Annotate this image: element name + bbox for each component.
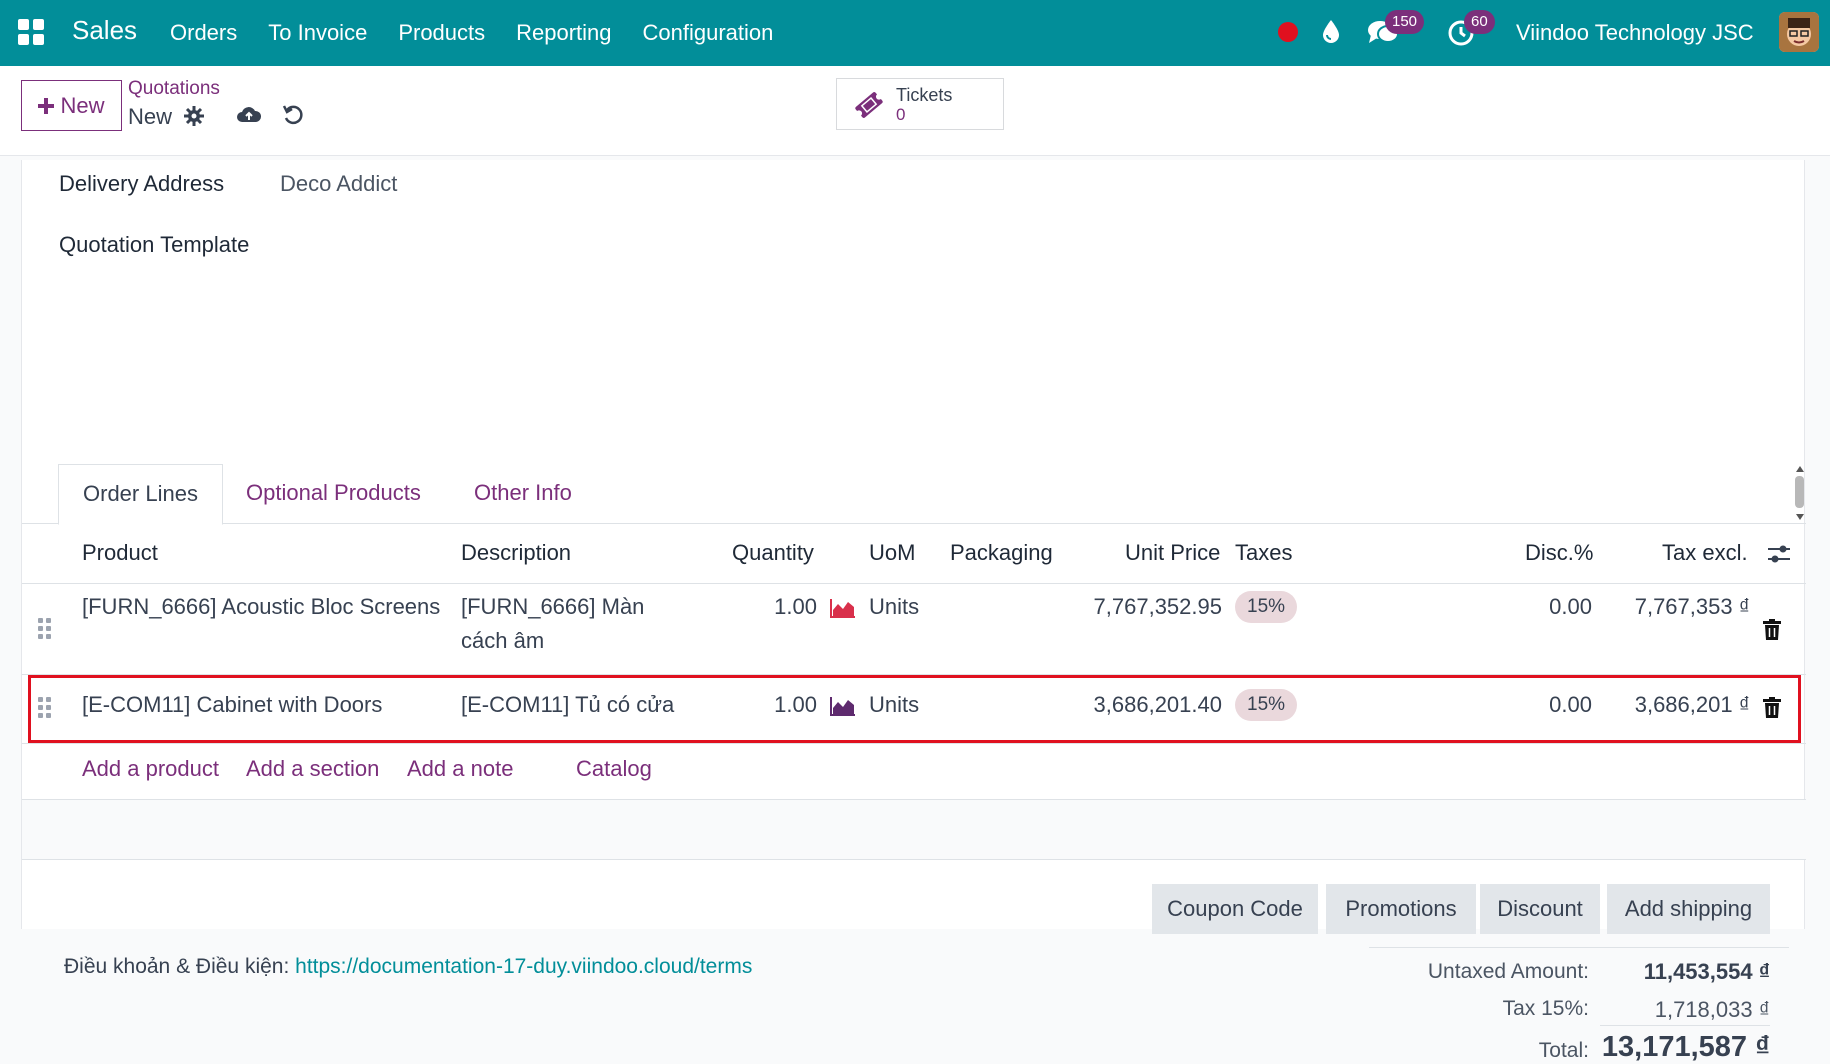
quantity-cell[interactable]: 1.00 [722, 590, 817, 624]
tax-value: 1,718,033 ₫ [1654, 997, 1770, 1022]
control-panel: New Quotations New Tickets 0 [0, 66, 1830, 156]
messages-count-badge: 150 [1385, 10, 1425, 34]
column-header-uom[interactable]: UoM [869, 540, 915, 566]
delivery-address-field[interactable]: Deco Addict [280, 171, 397, 197]
recording-status-icon[interactable] [1278, 22, 1298, 42]
tax-badge[interactable]: 15% [1235, 591, 1298, 623]
activities-count-badge: 60 [1464, 10, 1495, 34]
add-section-link[interactable]: Add a section [246, 756, 379, 782]
add-note-link[interactable]: Add a note [407, 756, 513, 782]
main-menu: Orders To Invoice Products Reporting Con… [170, 20, 773, 46]
untaxed-amount-label: Untaxed Amount: [1427, 960, 1589, 983]
add-product-link[interactable]: Add a product [82, 756, 219, 782]
menu-item-orders[interactable]: Orders [170, 20, 237, 46]
highlight-box [28, 675, 1801, 743]
ticket-icon [855, 92, 883, 118]
plus-icon [38, 97, 55, 114]
breadcrumb-quotations[interactable]: Quotations [128, 78, 220, 100]
quotation-template-field[interactable] [280, 228, 780, 264]
coupon-code-button[interactable]: Coupon Code [1152, 884, 1318, 934]
menu-item-reporting[interactable]: Reporting [516, 20, 611, 46]
column-header-description[interactable]: Description [461, 540, 571, 566]
total-value: 13,171,587 ₫ [1601, 1031, 1770, 1063]
apps-menu-icon[interactable] [18, 19, 44, 45]
catalog-link[interactable]: Catalog [576, 756, 652, 782]
column-header-quantity[interactable]: Quantity [732, 540, 814, 566]
discount-button[interactable]: Discount [1480, 884, 1600, 934]
column-header-subtotal[interactable]: Tax excl. [1662, 540, 1748, 566]
untaxed-amount-value: 11,453,554 ₫ [1643, 959, 1770, 984]
column-header-discount[interactable]: Disc.% [1525, 540, 1593, 566]
table-row[interactable]: [FURN_6666] Acoustic Bloc Screens [FURN_… [22, 584, 1806, 675]
gear-icon[interactable] [184, 106, 204, 126]
scrollbar[interactable] [1793, 466, 1805, 520]
notebook-tabs: Order Lines Optional Products Other Info [22, 464, 1806, 525]
column-header-packaging[interactable]: Packaging [950, 540, 1053, 566]
promotions-button[interactable]: Promotions [1326, 884, 1476, 934]
tab-optional-products[interactable]: Optional Products [246, 464, 421, 524]
user-avatar[interactable] [1779, 12, 1819, 52]
tickets-count: 0 [896, 105, 906, 124]
discount-cell[interactable]: 0.00 [1492, 590, 1592, 624]
product-cell[interactable]: [FURN_6666] Acoustic Bloc Screens [82, 590, 440, 624]
quotation-template-label: Quotation Template [59, 232, 250, 257]
delivery-address-label: Delivery Address [59, 171, 225, 196]
new-button-label: New [60, 92, 105, 118]
empty-table-row [22, 800, 1806, 860]
discard-undo-icon[interactable] [282, 104, 304, 126]
column-header-unit-price[interactable]: Unit Price [1125, 540, 1220, 566]
save-cloud-icon[interactable] [236, 104, 262, 126]
breadcrumb-current: New [128, 104, 173, 129]
add-shipping-button[interactable]: Add shipping [1607, 884, 1770, 934]
tickets-label: Tickets [896, 85, 953, 105]
tickets-smart-button[interactable]: Tickets 0 [836, 78, 1004, 130]
totals-divider [1369, 947, 1789, 948]
top-navbar: Sales Orders To Invoice Products Reporti… [0, 0, 1830, 66]
tax-label: Tax 15%: [1502, 997, 1589, 1020]
new-button[interactable]: New [21, 80, 122, 131]
forecast-chart-icon[interactable] [830, 598, 856, 618]
uom-cell[interactable]: Units [869, 590, 919, 624]
subtotal-cell: 7,767,353 ₫ [1634, 594, 1750, 619]
terms-and-conditions: Điều khoản & Điều kiện: https://document… [64, 955, 752, 979]
drag-handle-icon[interactable] [38, 618, 52, 640]
company-switcher[interactable]: Viindoo Technology JSC [1516, 20, 1754, 46]
terms-label: Điều khoản & Điều kiện: [64, 955, 290, 978]
terms-link[interactable]: https://documentation-17-duy.viindoo.clo… [295, 955, 752, 978]
tab-order-lines[interactable]: Order Lines [58, 464, 223, 525]
description-cell-line2[interactable]: cách âm [461, 624, 544, 658]
total-label: Total: [1538, 1039, 1589, 1062]
total-divider [1600, 1025, 1770, 1026]
order-lines-header: Product Description Quantity UoM Packagi… [22, 524, 1806, 584]
menu-item-configuration[interactable]: Configuration [643, 20, 774, 46]
optional-columns-sliders-icon[interactable] [1768, 544, 1790, 564]
description-cell[interactable]: [FURN_6666] Màn [461, 590, 644, 624]
app-name[interactable]: Sales [72, 15, 137, 46]
add-line-links: Add a product Add a section Add a note C… [22, 744, 1806, 800]
column-header-product[interactable]: Product [82, 540, 158, 566]
tab-other-info[interactable]: Other Info [474, 464, 572, 524]
unit-price-cell[interactable]: 7,767,352.95 [1052, 590, 1222, 624]
trash-icon[interactable] [1763, 619, 1781, 640]
column-header-taxes[interactable]: Taxes [1235, 540, 1292, 566]
water-drop-icon[interactable] [1320, 18, 1342, 44]
menu-item-products[interactable]: Products [398, 20, 485, 46]
menu-item-to-invoice[interactable]: To Invoice [268, 20, 367, 46]
form-sheet: Delivery Address Deco Addict Quotation T… [21, 160, 1806, 1063]
